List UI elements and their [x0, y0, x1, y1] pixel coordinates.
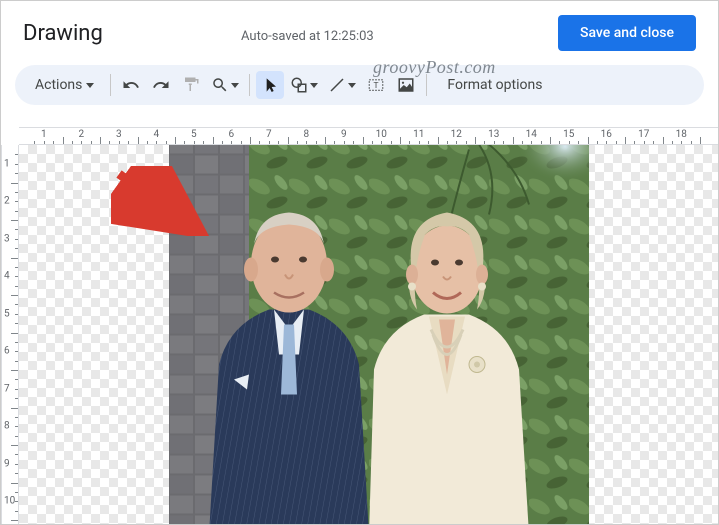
ruler-h-label: 2 — [78, 129, 84, 140]
actions-label: Actions — [35, 77, 82, 93]
ruler-h-label: 8 — [303, 129, 309, 140]
image-icon — [397, 76, 415, 94]
ruler-h-label: 10 — [376, 129, 387, 140]
select-tool-button[interactable] — [256, 71, 284, 99]
ruler-h-label: 14 — [526, 129, 537, 140]
ruler-h-label: 6 — [228, 129, 234, 140]
toolbar: Actions T — [15, 65, 704, 105]
undo-icon — [122, 76, 140, 94]
ruler-v-label: 6 — [4, 346, 10, 357]
save-and-close-button[interactable]: Save and close — [558, 15, 696, 51]
redo-button[interactable] — [147, 71, 175, 99]
line-tool-button[interactable] — [324, 71, 360, 99]
svg-text:T: T — [374, 81, 379, 90]
undo-button[interactable] — [117, 71, 145, 99]
drawing-canvas[interactable] — [19, 145, 718, 524]
zoom-icon — [211, 76, 229, 94]
separator — [249, 74, 250, 96]
cursor-icon — [262, 77, 278, 93]
shape-tool-button[interactable] — [286, 71, 322, 99]
ruler-h-label: 13 — [488, 129, 499, 140]
paint-format-button[interactable] — [177, 71, 205, 99]
ruler-h-label: 12 — [451, 129, 462, 140]
dropdown-icon — [348, 83, 356, 88]
page-title: Drawing — [23, 21, 103, 46]
paint-roller-icon — [182, 76, 200, 94]
ruler-v-label: 3 — [4, 233, 10, 244]
ruler-h-label: 11 — [413, 129, 424, 140]
ruler-v-label: 9 — [4, 458, 10, 469]
dropdown-icon — [86, 83, 94, 88]
ruler-horizontal: 123456789101112131415161718 — [19, 127, 718, 145]
ruler-h-label: 9 — [341, 129, 347, 140]
ruler-v-label: 10 — [4, 496, 15, 507]
autosave-status: Auto-saved at 12:25:03 — [241, 29, 374, 44]
dropdown-icon — [310, 83, 318, 88]
ruler-v-label: 2 — [4, 196, 10, 207]
ruler-v-label: 7 — [4, 383, 10, 394]
separator — [110, 74, 111, 96]
ruler-vertical: 1 2 3 4 5 6 7 8 9 10 — [1, 145, 19, 524]
ruler-h-label: 18 — [676, 129, 687, 140]
ruler-h-label: 17 — [638, 129, 649, 140]
actions-menu[interactable]: Actions — [23, 77, 104, 93]
line-icon — [328, 76, 346, 94]
ruler-v-label: 5 — [4, 308, 10, 319]
zoom-button[interactable] — [207, 71, 243, 99]
dropdown-icon — [231, 83, 239, 88]
ruler-h-label: 4 — [153, 129, 159, 140]
redo-icon — [152, 76, 170, 94]
ruler-v-label: 1 — [4, 158, 10, 169]
inserted-image[interactable] — [169, 145, 589, 524]
ruler-h-label: 16 — [601, 129, 612, 140]
watermark-text: groovyPost.com — [373, 57, 496, 78]
ruler-h-label: 5 — [191, 129, 197, 140]
ruler-h-label: 3 — [116, 129, 122, 140]
shape-icon — [290, 76, 308, 94]
ruler-h-label: 1 — [41, 129, 47, 140]
ruler-h-label: 7 — [266, 129, 272, 140]
textbox-icon: T — [367, 76, 385, 94]
ruler-h-label: 15 — [563, 129, 574, 140]
ruler-v-label: 4 — [4, 271, 10, 282]
ruler-v-label: 8 — [4, 421, 10, 432]
format-options-button[interactable]: Format options — [433, 77, 556, 93]
